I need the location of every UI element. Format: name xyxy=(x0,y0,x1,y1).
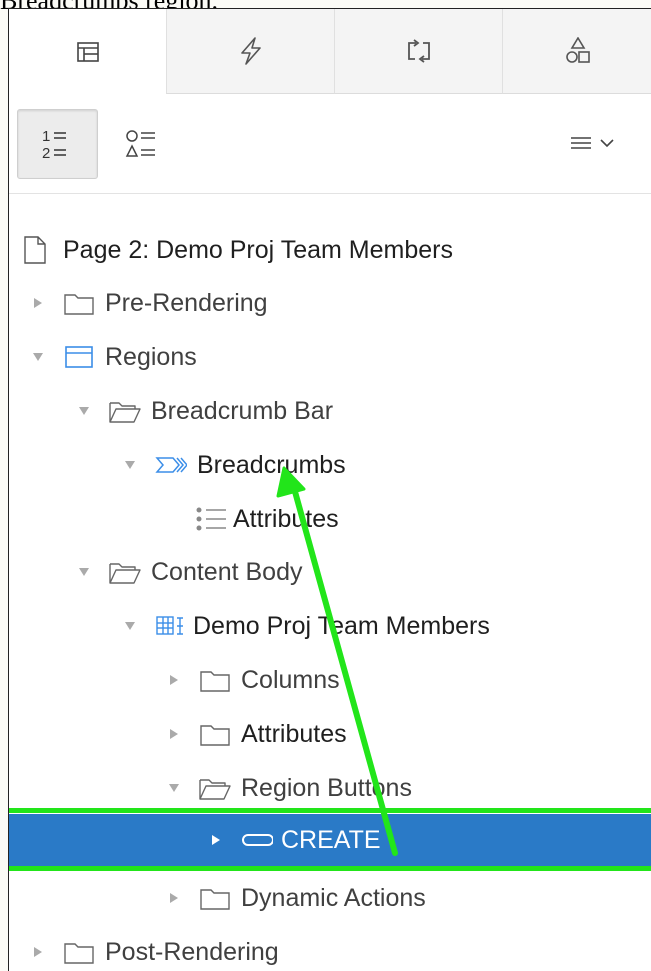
tree-node-label: Attributes xyxy=(233,504,339,533)
expand-arrow-icon[interactable] xyxy=(27,297,49,309)
collapse-arrow-icon[interactable] xyxy=(73,567,95,577)
tree-node-label: Region Buttons xyxy=(241,773,412,802)
tree-node-breadcrumbs-attributes[interactable]: Attributes xyxy=(9,492,651,546)
attributes-icon xyxy=(195,506,227,532)
tree-node-report-region[interactable]: Demo Proj Team Members xyxy=(9,599,651,653)
collapse-arrow-icon[interactable] xyxy=(27,352,49,362)
tree-node-dynamic-actions[interactable]: Dynamic Actions xyxy=(9,871,651,925)
collapse-arrow-icon[interactable] xyxy=(119,621,141,631)
page-designer-tree-panel: 1 2 Page 2: Demo Proj Team Members Pre-R… xyxy=(8,8,651,971)
annotation-highlight-top xyxy=(9,808,651,813)
expand-arrow-icon[interactable] xyxy=(163,728,185,740)
tree-node-create-button[interactable]: CREATE xyxy=(9,814,651,866)
region-icon xyxy=(63,345,95,369)
tree-node-regions[interactable]: Regions xyxy=(9,330,651,384)
processing-arrows-icon xyxy=(407,39,430,63)
tree-node-content-body[interactable]: Content Body xyxy=(9,545,651,599)
tab-rendering[interactable] xyxy=(9,9,166,94)
tree-node-label: Columns xyxy=(241,665,340,694)
tree-node-report-attributes[interactable]: Attributes xyxy=(9,707,651,761)
tree-node-label: Breadcrumb Bar xyxy=(151,396,334,425)
numbered-list-icon: 1 2 xyxy=(42,128,66,162)
tab-dynamic-actions[interactable] xyxy=(166,9,334,94)
expand-arrow-icon[interactable] xyxy=(163,892,185,904)
tab-processing[interactable] xyxy=(334,9,502,94)
lightning-icon xyxy=(240,37,261,65)
rendering-tree-icon xyxy=(76,41,99,62)
folder-icon xyxy=(63,940,95,964)
tree-toolbar: 1 2 xyxy=(9,94,651,194)
tree-node-label: Regions xyxy=(105,342,197,371)
chevron-down-icon xyxy=(600,139,614,148)
tree-node-page[interactable]: Page 2: Demo Proj Team Members xyxy=(9,223,651,277)
tree-node-pre-rendering[interactable]: Pre-Rendering xyxy=(9,276,651,330)
expand-arrow-icon[interactable] xyxy=(163,674,185,686)
tree-node-breadcrumbs[interactable]: Breadcrumbs xyxy=(9,438,651,492)
folder-icon xyxy=(199,668,231,692)
group-by-processing-order-button[interactable] xyxy=(109,109,179,179)
tree-node-label: Content Body xyxy=(151,557,303,586)
tree-node-label: CREATE xyxy=(281,825,381,854)
tree-node-label: Post-Rendering xyxy=(105,937,279,966)
collapse-arrow-icon[interactable] xyxy=(119,460,141,470)
report-icon xyxy=(155,615,187,637)
expand-arrow-icon[interactable] xyxy=(205,834,227,846)
button-icon xyxy=(241,832,273,848)
tree-node-label: Page 2: Demo Proj Team Members xyxy=(63,235,453,264)
tab-shared-components[interactable] xyxy=(502,9,651,94)
tab-bar xyxy=(9,9,651,94)
collapse-arrow-icon[interactable] xyxy=(73,406,95,416)
folder-icon xyxy=(199,886,231,910)
tree-node-label: Pre-Rendering xyxy=(105,288,268,317)
tree-node-label: Dynamic Actions xyxy=(241,883,426,912)
folder-icon xyxy=(199,722,231,746)
breadcrumb-icon xyxy=(155,455,187,475)
folder-open-icon xyxy=(109,399,141,423)
shapes-icon xyxy=(565,37,590,63)
collapse-arrow-icon[interactable] xyxy=(163,783,185,793)
folder-open-icon xyxy=(199,776,231,800)
svg-text:1: 1 xyxy=(42,128,50,145)
expand-arrow-icon[interactable] xyxy=(27,946,49,958)
tree-menu-button[interactable] xyxy=(557,119,637,169)
hamburger-menu-icon xyxy=(571,137,614,149)
folder-icon xyxy=(63,291,95,315)
svg-text:2: 2 xyxy=(42,145,50,162)
tree-node-label: Attributes xyxy=(241,719,347,748)
tree-node-post-rendering[interactable]: Post-Rendering xyxy=(9,925,651,971)
tree-node-label: Demo Proj Team Members xyxy=(193,611,490,640)
tree-node-columns[interactable]: Columns xyxy=(9,653,651,707)
folder-open-icon xyxy=(109,560,141,584)
group-by-component-type-button[interactable]: 1 2 xyxy=(17,109,98,179)
tree-node-breadcrumb-bar[interactable]: Breadcrumb Bar xyxy=(9,384,651,438)
tree-node-label: Breadcrumbs xyxy=(197,450,346,479)
tree-node-region-buttons[interactable]: Region Buttons xyxy=(9,761,651,815)
page-icon xyxy=(19,236,51,264)
shape-list-icon xyxy=(125,130,155,157)
